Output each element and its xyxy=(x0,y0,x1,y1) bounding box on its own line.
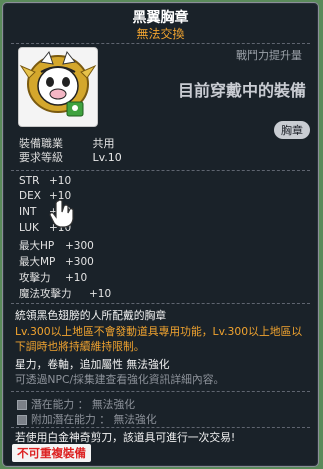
req-value: 共用 xyxy=(92,137,115,150)
level-restriction-note: Lv.300以上地區不會發動道具專用功能，Lv.300以上地區以下調時也將持續維… xyxy=(15,325,303,353)
item-title: 黑翼胸章 xyxy=(132,10,189,26)
trade-status: 無法交換 xyxy=(136,27,185,41)
item-icon xyxy=(18,47,98,127)
equipped-status: 目前穿戴中的裝備 xyxy=(177,81,306,100)
stat-row: 最大HP +300 xyxy=(19,240,94,252)
req-value: Lv.10 xyxy=(92,151,122,164)
divider xyxy=(11,303,310,304)
potential-row: 潛在能力 ： 無法強化 xyxy=(17,396,135,412)
req-level-row: 要求等級 Lv.10 xyxy=(19,151,122,165)
scissors-note: 若使用白金神奇剪刀，該道具可進行一次交易! xyxy=(15,431,236,444)
slot-badge: 胸章 xyxy=(274,121,310,139)
req-label: 要求等級 xyxy=(19,151,63,164)
req-label: 裝備職業 xyxy=(19,137,63,150)
stat-row: 最大MP +300 xyxy=(19,256,94,268)
enhance-hint: 可透過NPC/採集建查看強化資訊詳細內容。 xyxy=(15,373,225,386)
bonus-potential-row: 附加潛在能力 ： 無法強化 xyxy=(17,411,157,427)
combat-power-label: 戰鬥力提升量 xyxy=(236,49,302,62)
divider xyxy=(11,391,310,392)
potential-icon xyxy=(17,415,27,425)
enhance-status: 星力，卷軸，追加屬性 無法強化 xyxy=(15,358,170,371)
unique-equip-badge: 不可重複裝備 xyxy=(12,444,91,462)
req-job-row: 裝備職業 共用 xyxy=(19,137,115,151)
hand-cursor-icon xyxy=(49,199,75,229)
stat-row: STR +10 xyxy=(19,175,72,187)
divider xyxy=(11,427,310,428)
stat-row: 魔法攻擊力 +10 xyxy=(19,288,112,300)
potential-icon xyxy=(17,400,27,410)
divider xyxy=(11,170,310,171)
item-tooltip: 黑翼胸章 無法交換 戰鬥力提升量 目前穿戴中的裝備 胸章 裝備職業 共用 要求等… xyxy=(2,2,319,467)
item-description: 統領黑色翅膀的人所配戴的胸章 xyxy=(15,309,167,322)
divider xyxy=(11,43,310,44)
stat-row: 攻擊力 +10 xyxy=(19,272,88,284)
